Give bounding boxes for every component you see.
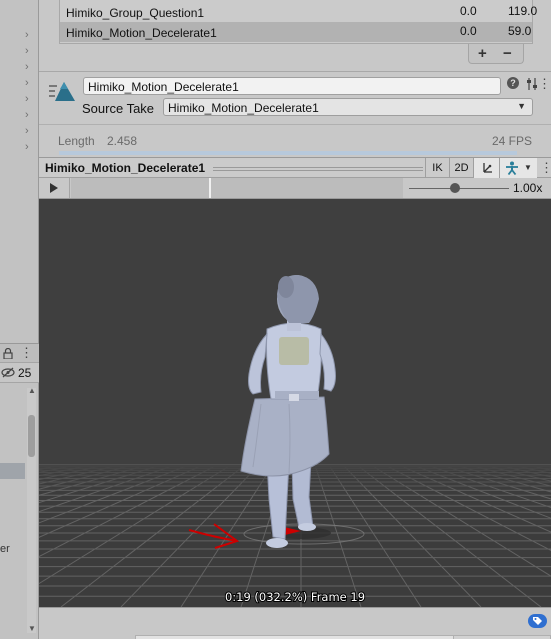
scene-render: 0:19 (032.2%) Frame 19 [39, 199, 551, 607]
clip-list-footer: + − [468, 44, 524, 64]
dropdown-arrow-icon: ▼ [517, 101, 526, 111]
preview-footer [39, 607, 551, 639]
lock-icon[interactable] [3, 348, 13, 359]
timeline-scrubber[interactable] [71, 178, 403, 198]
clip-name-field[interactable]: Himiko_Motion_Decelerate1 [83, 77, 501, 95]
avatar-icon [506, 161, 518, 175]
drag-grip[interactable] [213, 167, 423, 171]
speed-value: 1.00x [513, 181, 543, 195]
left-toolbar: ⋮ [0, 343, 39, 363]
tag-icon [533, 617, 542, 625]
clip-name: Himiko_Motion_Decelerate1 [66, 26, 217, 40]
animation-clip-icon [49, 82, 75, 101]
clip-start[interactable]: 0.0 [460, 24, 477, 38]
play-button[interactable] [39, 178, 70, 198]
chevron-right-icon[interactable]: › [25, 126, 35, 137]
clip-list: Himiko_Group_Question1 0.0 119.0 Himiko_… [59, 0, 537, 44]
preview-viewport[interactable]: 0:19 (032.2%) Frame 19 [39, 199, 551, 607]
2d-toggle-button[interactable]: 2D [449, 158, 473, 178]
source-take-dropdown[interactable]: Himiko_Motion_Decelerate1 ▼ [163, 98, 533, 116]
chevron-right-icon[interactable]: › [25, 94, 35, 105]
clip-end[interactable]: 119.0 [508, 4, 537, 18]
kebab-menu-icon[interactable]: ⋮ [540, 160, 551, 176]
kebab-menu-icon[interactable]: ⋮ [538, 76, 551, 92]
source-take-value: Himiko_Motion_Decelerate1 [168, 101, 319, 115]
preview-title: Himiko_Motion_Decelerate1 [45, 161, 206, 175]
chevron-right-icon[interactable]: › [25, 30, 35, 41]
pivot-icon [482, 163, 492, 173]
left-label-fragment: er [0, 543, 10, 555]
kebab-menu-icon[interactable]: ⋮ [20, 345, 33, 361]
asset-variant-field[interactable] [453, 635, 551, 639]
left-panel: › › › › › › › › ⋮ 25 ▲ ▼ er [0, 0, 39, 639]
left-selected-item[interactable] [0, 463, 25, 479]
preview-timeline-bar: 1.00x [39, 178, 551, 199]
animation-clip-inspector: Himiko_Group_Question1 0.0 119.0 Himiko_… [39, 0, 551, 639]
ik-toggle-button[interactable]: IK [425, 158, 449, 178]
clip-start[interactable]: 0.0 [460, 4, 477, 18]
dropdown-arrow-icon: ▼ [524, 163, 532, 172]
chevron-right-icon[interactable]: › [25, 62, 35, 73]
fps-label: 24 FPS [492, 134, 533, 148]
clip-row-selected[interactable]: Himiko_Motion_Decelerate1 0.0 59.0 [60, 22, 532, 42]
asset-bundle-field[interactable] [135, 635, 455, 639]
add-clip-button[interactable]: + [478, 45, 487, 62]
preview-status: 0:19 (032.2%) Frame 19 [225, 590, 365, 604]
remove-clip-button[interactable]: − [503, 45, 512, 62]
chevron-right-icon[interactable]: › [25, 110, 35, 121]
help-icon[interactable]: ? [507, 77, 519, 89]
chevron-right-icon[interactable]: › [25, 46, 35, 57]
settings-icon[interactable] [526, 76, 538, 92]
preview-header: Himiko_Motion_Decelerate1 IK 2D ▼ ⋮ [39, 157, 551, 178]
divider [39, 71, 551, 72]
tag-button[interactable] [528, 614, 547, 628]
divider [39, 124, 551, 125]
eye-hidden-icon[interactable] [1, 367, 15, 378]
clip-end[interactable]: 59.0 [508, 24, 531, 38]
length-timeline-strip [59, 151, 517, 155]
left-scrollbar-thumb[interactable] [28, 415, 35, 457]
visibility-row: 25 [0, 363, 39, 383]
pivot-toggle-button[interactable] [473, 158, 499, 178]
clip-name: Himiko_Group_Question1 [66, 6, 205, 20]
playhead[interactable] [209, 178, 211, 198]
length-value: 2.458 [107, 134, 138, 148]
source-take-label: Source Take [82, 101, 155, 116]
length-label: Length [58, 134, 95, 148]
chevron-right-icon[interactable]: › [25, 142, 35, 153]
speed-slider-knob[interactable] [450, 183, 460, 193]
chevron-right-icon[interactable]: › [25, 78, 35, 89]
avatar-dropdown-button[interactable]: ▼ [499, 158, 537, 178]
clip-row[interactable]: Himiko_Group_Question1 0.0 119.0 [60, 2, 537, 22]
play-icon [50, 183, 58, 193]
visibility-count: 25 [18, 366, 32, 380]
